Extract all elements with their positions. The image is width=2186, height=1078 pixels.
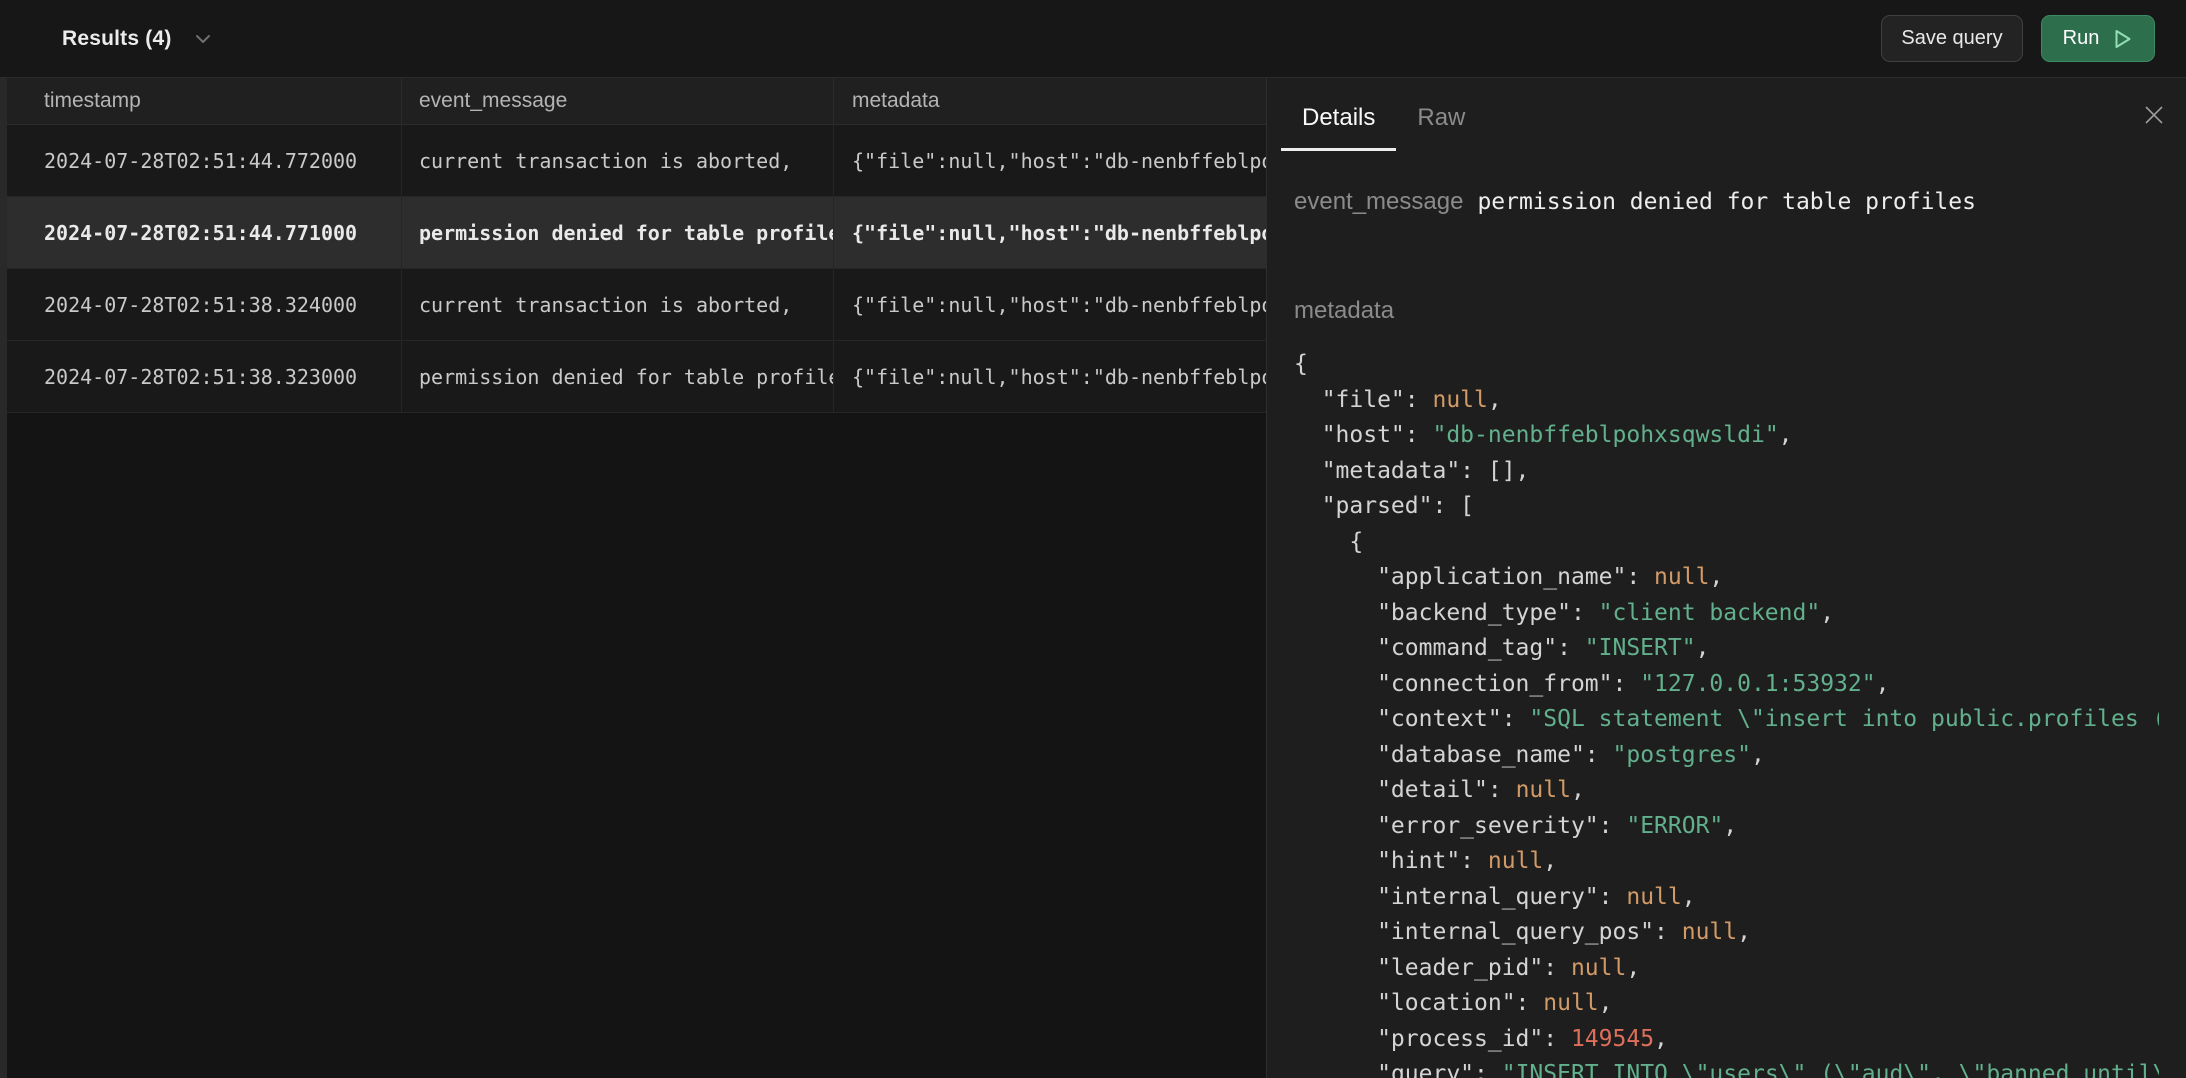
json-line: "host": "db-nenbffeblpohxsqwsldi", xyxy=(1294,422,1793,448)
json-line: "application_name": null, xyxy=(1294,564,1723,590)
cell-metadata: {"file":null,"host":"db-nenbffeblpohxsqw… xyxy=(834,269,1266,340)
cell-event-message: permission denied for table profiles xyxy=(402,341,834,412)
json-line: "database_name": "postgres", xyxy=(1294,742,1765,768)
run-button-label: Run xyxy=(2063,27,2100,50)
table-row[interactable]: 2024-07-28T02:51:38.324000current transa… xyxy=(0,269,1266,341)
close-icon xyxy=(2142,103,2166,127)
cell-timestamp: 2024-07-28T02:51:44.772000 xyxy=(0,125,402,196)
play-icon xyxy=(2112,28,2133,50)
json-line: "command_tag": "INSERT", xyxy=(1294,635,1709,661)
details-panel: Details Raw event_message permission den… xyxy=(1266,78,2186,1078)
log-explorer-page: { "toolbar": { "results_label": "Results… xyxy=(0,0,2186,1078)
header-cell-metadata: metadata xyxy=(834,78,1266,124)
details-tabs: Details Raw xyxy=(1267,78,2186,151)
json-line: "internal_query": null, xyxy=(1294,884,1696,910)
results-dropdown[interactable]: Results (4) xyxy=(62,27,214,51)
cell-metadata: {"file":null,"host":"db-nenbffeblpohxsqw… xyxy=(834,197,1266,268)
json-line: { xyxy=(1294,351,1308,377)
json-line: "connection_from": "127.0.0.1:53932", xyxy=(1294,671,1889,697)
json-line: "error_severity": "ERROR", xyxy=(1294,813,1737,839)
json-line: "parsed": [ xyxy=(1294,493,1474,519)
save-query-button[interactable]: Save query xyxy=(1881,15,2023,62)
header-cell-timestamp: timestamp xyxy=(0,78,402,124)
results-table: timestamp event_message metadata 2024-07… xyxy=(0,78,1266,1078)
tab-raw[interactable]: Raw xyxy=(1396,78,1486,151)
cell-timestamp: 2024-07-28T02:51:44.771000 xyxy=(0,197,402,268)
json-line: "query": "INSERT INTO \"users\" (\"aud\"… xyxy=(1294,1061,2159,1078)
json-line: "location": null, xyxy=(1294,990,1613,1016)
cell-timestamp: 2024-07-28T02:51:38.323000 xyxy=(0,341,402,412)
event-message-label: event_message xyxy=(1294,184,1463,219)
cell-metadata: {"file":null,"host":"db-nenbffeblpohxsqw… xyxy=(834,341,1266,412)
tab-details[interactable]: Details xyxy=(1281,78,1396,151)
cell-metadata: {"file":null,"host":"db-nenbffeblpohxsqw… xyxy=(834,125,1266,196)
cell-event-message: permission denied for table profiles xyxy=(402,197,834,268)
cell-event-message: current transaction is aborted, xyxy=(402,269,834,340)
event-message-value: permission denied for table profiles xyxy=(1477,185,1976,220)
details-panel-body: event_message permission denied for tabl… xyxy=(1267,151,2186,1078)
json-line: "context": "SQL statement \"insert into … xyxy=(1294,706,2159,732)
json-line: "detail": null, xyxy=(1294,777,1585,803)
header-cell-event-message: event_message xyxy=(402,78,834,124)
run-button[interactable]: Run xyxy=(2041,15,2155,62)
chevron-down-icon xyxy=(192,28,214,50)
json-line: "leader_pid": null, xyxy=(1294,955,1640,981)
cell-event-message: current transaction is aborted, xyxy=(402,125,834,196)
metadata-json: { "file": null, "host": "db-nenbffeblpoh… xyxy=(1294,347,2159,1078)
table-header: timestamp event_message metadata xyxy=(0,78,1266,125)
table-row[interactable]: 2024-07-28T02:51:44.772000current transa… xyxy=(0,125,1266,197)
results-count-label: Results (4) xyxy=(62,27,172,51)
json-line: "backend_type": "client backend", xyxy=(1294,600,1834,626)
main-area: timestamp event_message metadata 2024-07… xyxy=(0,77,2186,1078)
toolbar: Results (4) Save query Run xyxy=(0,0,2186,77)
metadata-label: metadata xyxy=(1294,293,2159,328)
close-button[interactable] xyxy=(2141,102,2167,128)
json-line: "internal_query_pos": null, xyxy=(1294,919,1751,945)
json-line: "metadata": [], xyxy=(1294,458,1529,484)
table-body: 2024-07-28T02:51:44.772000current transa… xyxy=(0,125,1266,413)
event-message-field: event_message permission denied for tabl… xyxy=(1294,184,2159,220)
json-line: "hint": null, xyxy=(1294,848,1557,874)
table-row[interactable]: 2024-07-28T02:51:44.771000permission den… xyxy=(0,197,1266,269)
json-line: { xyxy=(1294,529,1363,555)
left-edge-strip xyxy=(0,78,7,1078)
cell-timestamp: 2024-07-28T02:51:38.324000 xyxy=(0,269,402,340)
json-line: "file": null, xyxy=(1294,387,1502,413)
json-line: "process_id": 149545, xyxy=(1294,1026,1668,1052)
table-row[interactable]: 2024-07-28T02:51:38.323000permission den… xyxy=(0,341,1266,413)
